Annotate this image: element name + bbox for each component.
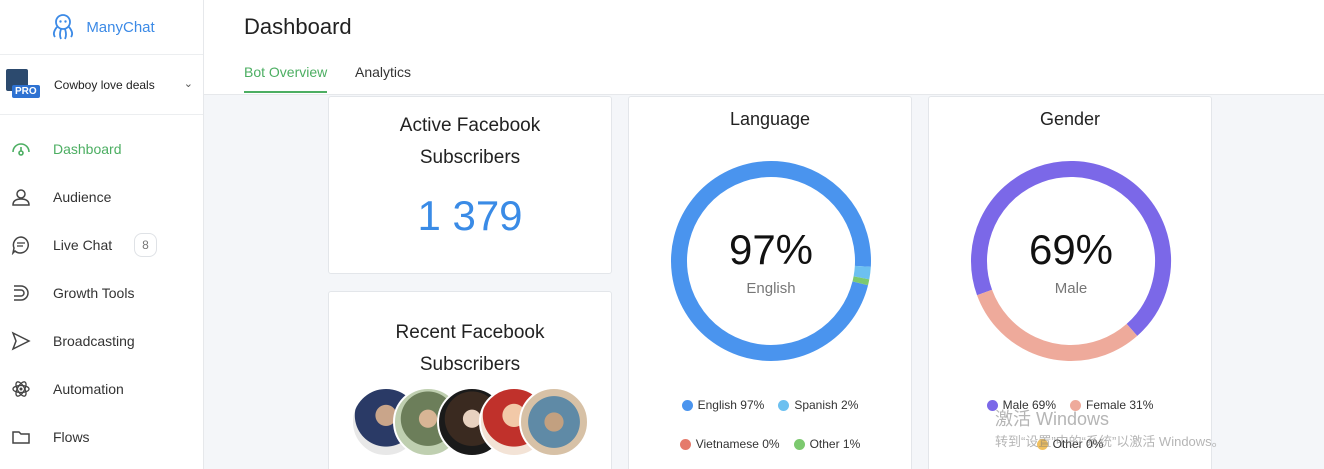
page-header: Dashboard Bot Overview Analytics — [204, 0, 1324, 95]
donut-percentage: 97% — [728, 225, 814, 273]
avatar[interactable] — [519, 387, 589, 457]
card-title: Gender — [1039, 109, 1101, 129]
legend-item[interactable]: English 97% — [681, 398, 765, 412]
sidebar-nav: Dashboard Audience Live Chat 8 Growth To… — [0, 115, 203, 461]
donut-center: 97% English — [669, 159, 873, 363]
language-legend-row-2: Vietnamese 0% Other 1% — [629, 437, 911, 451]
account-name: Cowboy love deals — [54, 77, 155, 92]
sidebar-item-label: Automation — [53, 381, 124, 397]
pro-badge: PRO — [12, 84, 40, 98]
donut-percentage: 69% — [1028, 225, 1114, 273]
sidebar-item-label: Live Chat — [53, 237, 113, 253]
sidebar-item-label: Audience — [53, 189, 112, 205]
dashboard-icon — [10, 138, 32, 160]
legend-label: Spanish 2% — [794, 398, 859, 412]
legend-label: Other 1% — [809, 437, 861, 451]
card-title-line: Active Facebook — [399, 115, 541, 136]
gender-donut-chart: 69% Male — [969, 159, 1173, 363]
sidebar-item-live-chat[interactable]: Live Chat 8 — [0, 221, 203, 269]
app-name: ManyChat — [86, 18, 155, 36]
active-subscribers-count: 1 379 — [417, 192, 523, 239]
sidebar-item-label: Flows — [53, 429, 90, 445]
person-icon — [10, 186, 32, 208]
octopus-logo-icon — [53, 14, 74, 40]
sidebar-item-broadcasting[interactable]: Broadcasting — [0, 317, 203, 365]
send-icon — [10, 330, 32, 352]
active-subscribers-card: Active Facebook Subscribers 1 379 — [328, 96, 612, 274]
donut-label: Male — [1054, 279, 1088, 297]
sidebar-item-audience[interactable]: Audience — [0, 173, 203, 221]
donut-label: English — [746, 279, 796, 297]
language-legend: English 97% Spanish 2% — [629, 398, 911, 412]
legend-label: English 97% — [697, 398, 765, 412]
legend-item[interactable]: Vietnamese 0% — [679, 437, 780, 451]
chevron-down-icon[interactable]: ⌄ — [184, 77, 193, 90]
card-title-line: Subscribers — [419, 354, 521, 375]
recent-subscriber-avatars — [351, 387, 591, 459]
sidebar-item-label: Broadcasting — [53, 333, 135, 349]
logo[interactable]: ManyChat — [0, 0, 203, 55]
card-title: Recent Facebook Subscribers — [329, 317, 611, 381]
donut-center: 69% Male — [969, 159, 1173, 363]
tab-bot-overview[interactable]: Bot Overview — [244, 64, 328, 93]
sidebar-item-label: Dashboard — [53, 141, 122, 157]
legend-item[interactable]: Other 1% — [793, 437, 861, 451]
recent-subscribers-card: Recent Facebook Subscribers — [328, 291, 612, 469]
sidebar-item-automation[interactable]: Automation — [0, 365, 203, 413]
legend-item[interactable]: Spanish 2% — [778, 398, 858, 412]
legend-dot-icon — [778, 399, 790, 411]
page-title: Dashboard — [244, 14, 352, 39]
chat-icon — [10, 234, 32, 256]
windows-activation-watermark: 激活 Windows — [995, 409, 1110, 429]
card-title: Language — [729, 109, 811, 129]
sidebar-item-flows[interactable]: Flows — [0, 413, 203, 461]
card-title: Active Facebook Subscribers — [329, 110, 611, 174]
sidebar-item-dashboard[interactable]: Dashboard — [0, 125, 203, 173]
unread-count-badge: 8 — [134, 233, 157, 257]
legend-dot-icon — [681, 399, 693, 411]
legend-dot-icon — [793, 438, 805, 450]
sidebar: ManyChat PRO Cowboy love deals ⌄ Dashboa… — [0, 0, 204, 469]
legend-dot-icon — [679, 438, 691, 450]
sidebar-item-growth-tools[interactable]: Growth Tools — [0, 269, 203, 317]
account-avatar: PRO — [6, 68, 44, 101]
atom-icon — [10, 378, 32, 400]
tab-analytics[interactable]: Analytics — [355, 64, 411, 91]
growth-icon — [10, 282, 32, 304]
language-donut-chart: 97% English — [669, 159, 873, 363]
sidebar-item-label: Growth Tools — [53, 285, 135, 301]
windows-activation-hint: 转到“设置”中的“系统”以激活 Windows。 — [995, 434, 1225, 449]
legend-label: Vietnamese 0% — [695, 437, 780, 451]
language-card: Language 97% English English 97% Spanish… — [628, 96, 912, 469]
account-switcher[interactable]: PRO Cowboy love deals ⌄ — [0, 55, 203, 115]
card-title-line: Subscribers — [419, 147, 521, 168]
folder-icon — [10, 426, 32, 448]
card-title-line: Recent Facebook — [395, 322, 545, 343]
